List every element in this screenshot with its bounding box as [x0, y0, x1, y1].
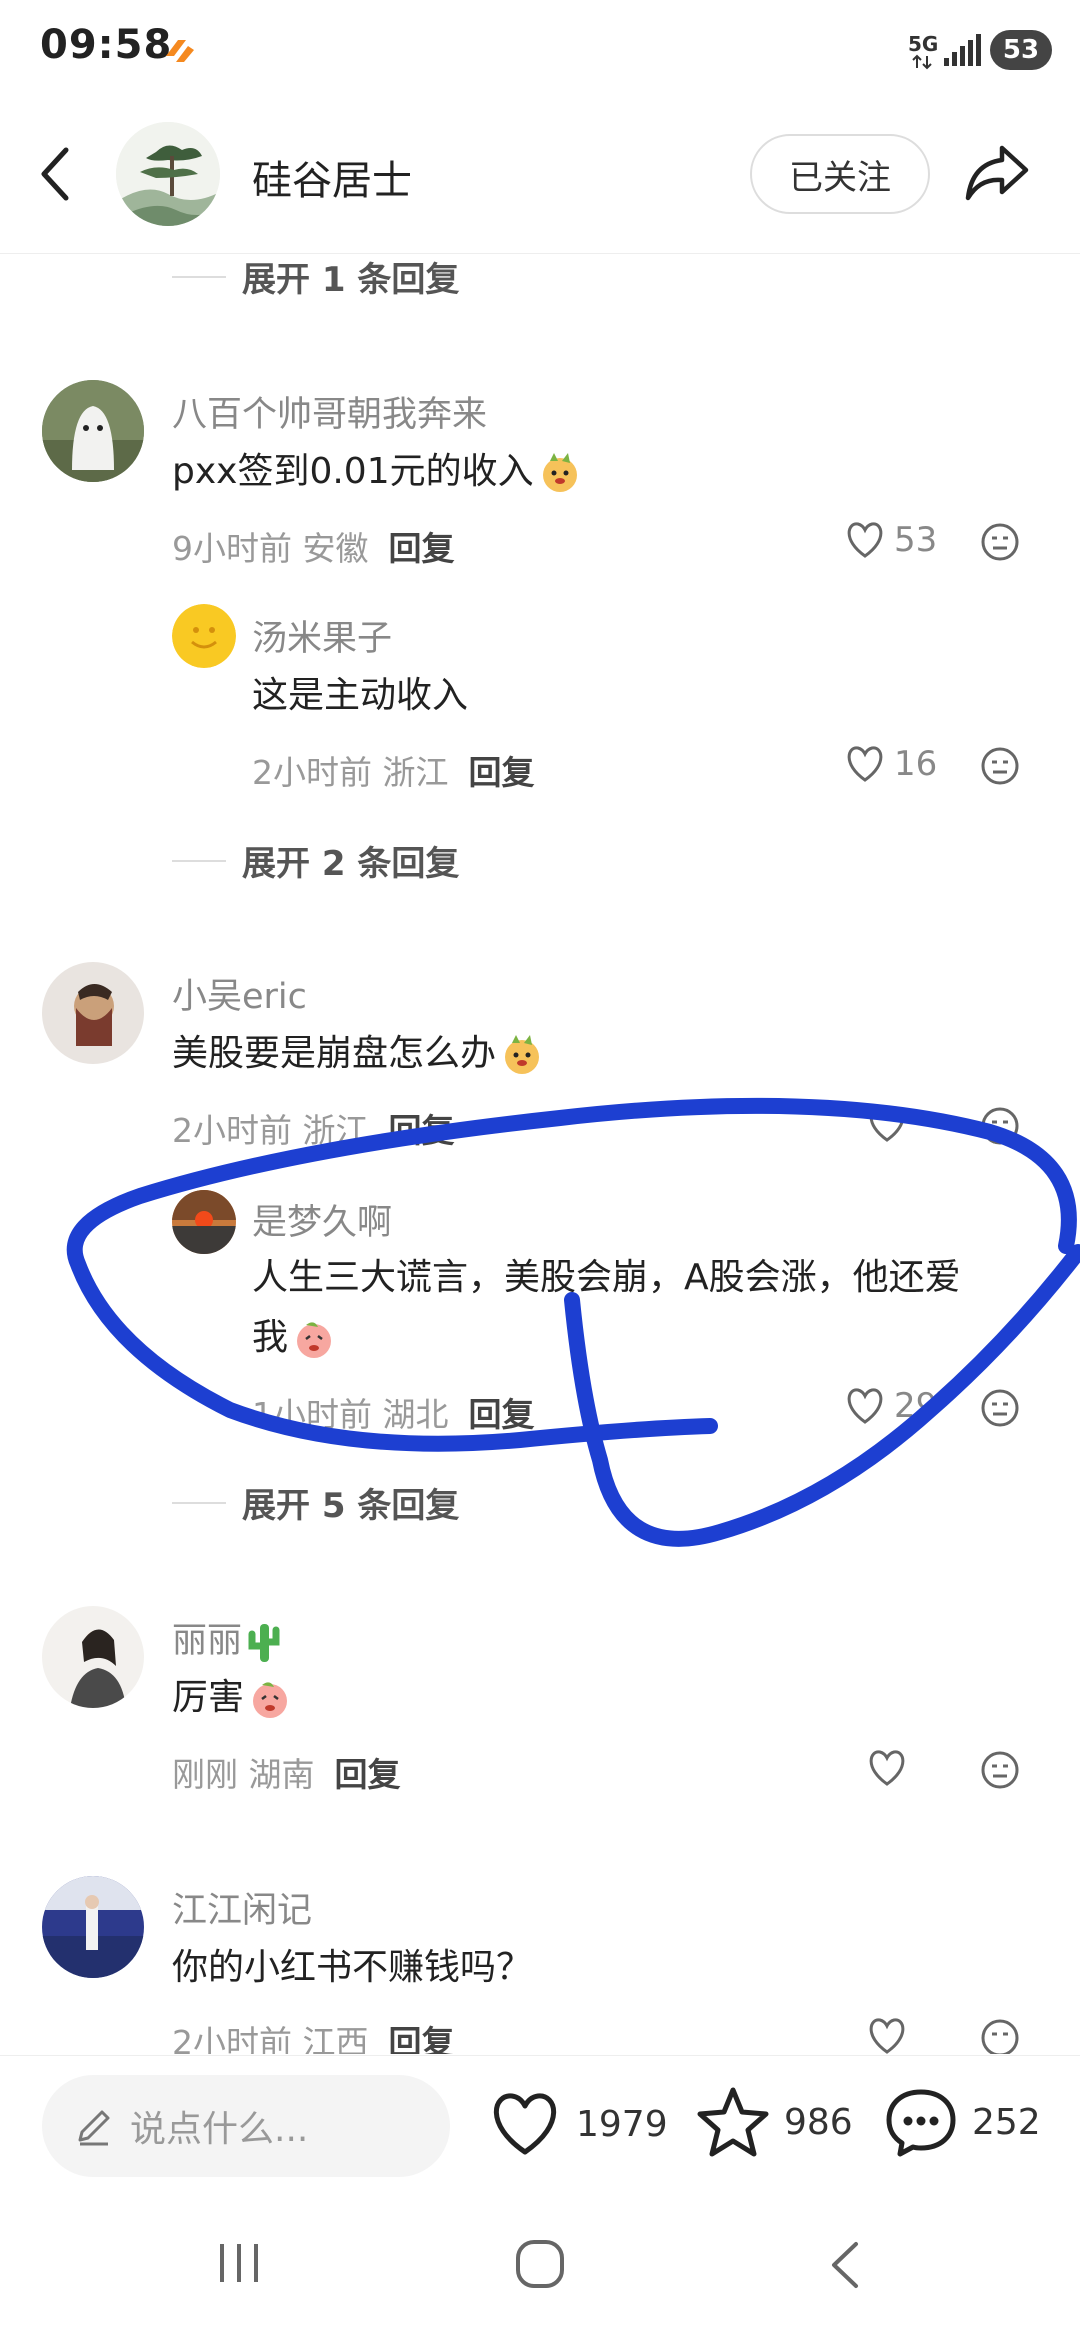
- reply-button[interactable]: 回复: [469, 1395, 535, 1434]
- like-count: 53: [894, 520, 938, 560]
- reply-button[interactable]: 回复: [389, 529, 455, 568]
- dog-emoji-icon: [542, 453, 577, 492]
- follow-button[interactable]: 已关注: [750, 134, 930, 214]
- replier-avatar[interactable]: [172, 604, 236, 668]
- post-like-button[interactable]: 1979: [488, 2090, 668, 2158]
- replier-name[interactable]: 汤米果子: [252, 610, 392, 661]
- dislike-face-icon[interactable]: [980, 1750, 1020, 1790]
- reply-button[interactable]: 回复: [335, 1755, 401, 1794]
- star-icon: [697, 2087, 769, 2157]
- expand-label: 展开 2 条回复: [242, 844, 460, 884]
- status-bar: 09:58 5G 53: [0, 0, 1080, 100]
- comment-meta: 9小时前 安徽 回复: [172, 529, 455, 568]
- expand-replies-button[interactable]: 展开 5 条回复: [172, 1478, 459, 1527]
- partial-row: 2小时前 江西 回复: [0, 2016, 1080, 2054]
- heart-icon: [847, 1388, 883, 1424]
- back-icon[interactable]: [36, 146, 76, 202]
- commenter-name[interactable]: 小吴eric: [172, 968, 307, 1019]
- expand-replies-button[interactable]: 展开 1 条回复: [172, 252, 459, 301]
- reply-text: 这是主动收入: [252, 675, 469, 716]
- comment-meta: 2小时前 浙江 回复: [172, 1111, 455, 1150]
- like-count: 16: [894, 744, 938, 784]
- comment-text: 你的小红书不赚钱吗？: [172, 1947, 533, 1988]
- commenter-name[interactable]: 丽丽: [172, 1612, 282, 1664]
- dog-emoji-icon: [505, 1035, 540, 1074]
- post-like-count: 1979: [576, 2103, 668, 2145]
- like-button[interactable]: [866, 1748, 916, 1788]
- heart-icon: [493, 2093, 557, 2155]
- data-arrows-icon: [912, 54, 932, 70]
- author-avatar[interactable]: [116, 122, 220, 226]
- comment-text: pxx签到0.01元的收入: [172, 442, 582, 502]
- reply-text: 人生三大谎言，美股会崩，A股会涨，他还爱 我: [252, 1248, 961, 1368]
- heart-icon: [869, 1106, 905, 1142]
- battery-indicator: 53: [990, 30, 1052, 70]
- post-collect-count: 986: [784, 2101, 853, 2143]
- comment-text: 美股要是崩盘怎么办: [172, 1024, 544, 1084]
- replier-name[interactable]: 是梦久啊: [252, 1194, 392, 1245]
- post-collect-button[interactable]: 986: [696, 2086, 853, 2158]
- like-count: 29: [894, 1386, 938, 1426]
- reply-button[interactable]: 回复: [389, 1111, 455, 1150]
- commenter-avatar[interactable]: [42, 962, 144, 1064]
- reply-meta: 1小时前 湖北 回复: [252, 1395, 535, 1434]
- heart-icon: [869, 1750, 905, 1786]
- comment-bubble-icon: [886, 2089, 956, 2157]
- commenter-avatar[interactable]: [42, 1606, 144, 1708]
- divider: [172, 1501, 226, 1504]
- recent-apps-icon[interactable]: [214, 2240, 264, 2286]
- commenter-name[interactable]: 江江闲记: [172, 1882, 312, 1933]
- status-time: 09:58: [40, 22, 173, 68]
- network-type: 5G: [908, 32, 939, 56]
- pencil-icon: [78, 2110, 110, 2146]
- replier-avatar[interactable]: [172, 1190, 236, 1254]
- dislike-face-icon[interactable]: [980, 522, 1020, 562]
- commenter-avatar[interactable]: [42, 1876, 144, 1978]
- reply-button[interactable]: 回复: [389, 2023, 455, 2054]
- signal-icon: [944, 34, 981, 66]
- expand-label: 展开 5 条回复: [242, 1486, 460, 1526]
- heart-icon[interactable]: [866, 2016, 908, 2054]
- comment-meta: 2小时前 江西 回复: [172, 2016, 455, 2054]
- comment-input[interactable]: 说点什么...: [42, 2075, 450, 2177]
- like-button[interactable]: 29: [844, 1386, 937, 1426]
- expand-replies-button[interactable]: 展开 2 条回复: [172, 836, 459, 885]
- dislike-face-icon[interactable]: [980, 2018, 1020, 2054]
- peach-emoji-icon: [253, 1682, 288, 1718]
- system-nav-bar: [0, 2190, 1080, 2340]
- like-button[interactable]: 53: [844, 520, 937, 560]
- heart-icon: [847, 746, 883, 782]
- back-nav-icon[interactable]: [826, 2240, 862, 2290]
- divider: [172, 859, 226, 862]
- commenter-name[interactable]: 八百个帅哥朝我奔来: [172, 386, 487, 437]
- post-comment-button[interactable]: 252: [884, 2086, 1041, 2158]
- post-comment-count: 252: [972, 2101, 1041, 2143]
- author-name[interactable]: 硅谷居士: [252, 148, 412, 206]
- like-button[interactable]: [866, 1104, 916, 1144]
- comment-placeholder: 说点什么...: [130, 2109, 309, 2150]
- heart-icon: [847, 522, 883, 558]
- peach-emoji-icon: [297, 1322, 332, 1358]
- dislike-face-icon[interactable]: [980, 1388, 1020, 1428]
- app-logo-icon: [166, 40, 194, 62]
- comment-meta: 刚刚 湖南 回复: [172, 1755, 401, 1794]
- hand-drawn-circle-annotation: [66, 1097, 1080, 1547]
- comment-text: 厉害: [172, 1668, 292, 1728]
- like-button[interactable]: 16: [844, 744, 937, 784]
- reply-meta: 2小时前 浙江 回复: [252, 753, 535, 792]
- divider: [172, 275, 226, 278]
- reply-button[interactable]: 回复: [469, 753, 535, 792]
- dislike-face-icon[interactable]: [980, 746, 1020, 786]
- expand-label: 展开 1 条回复: [242, 260, 460, 300]
- cactus-emoji-icon: [248, 1624, 280, 1662]
- commenter-avatar[interactable]: [42, 380, 144, 482]
- share-icon[interactable]: [964, 142, 1030, 202]
- dislike-face-icon[interactable]: [980, 1106, 1020, 1146]
- home-icon[interactable]: [514, 2238, 566, 2290]
